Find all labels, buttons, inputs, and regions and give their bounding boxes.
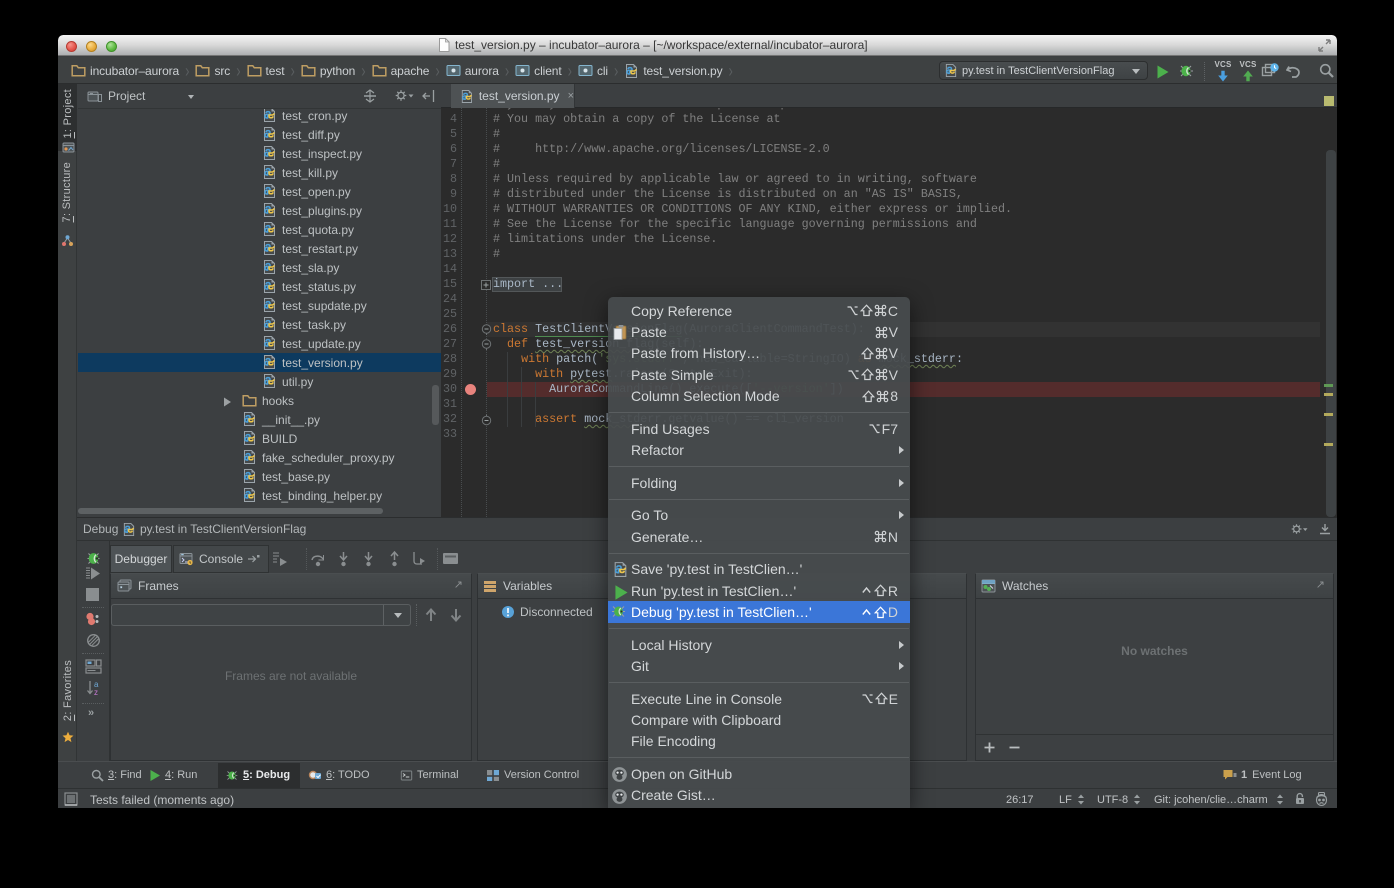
svg-text:z: z: [94, 688, 98, 696]
